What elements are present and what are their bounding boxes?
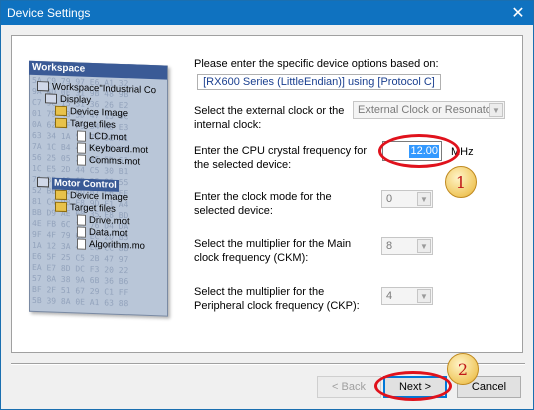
- file-icon: [77, 130, 86, 142]
- tree-label: LCD.mot: [89, 130, 127, 144]
- tree-label: Drive.mot: [89, 214, 130, 228]
- highlight-ring-frequency: [378, 134, 460, 168]
- clock-mode-select[interactable]: 0 ▼: [381, 190, 433, 208]
- main-multiplier-label: Select the multiplier for the Main clock…: [194, 238, 352, 264]
- chevron-down-icon[interactable]: ▼: [489, 103, 503, 117]
- peripheral-multiplier-value: 4: [386, 290, 393, 302]
- main-multiplier-select[interactable]: 8 ▼: [381, 237, 433, 255]
- folder-icon: [55, 202, 67, 213]
- file-icon: [77, 226, 86, 238]
- clock-source-value: External Clock or Resonator: [358, 104, 496, 116]
- device-settings-dialog: Device Settings ✕ AD 2F 16 DE 7F 2A 3E 5…: [0, 0, 534, 410]
- target-device-summary: [RX600 Series (LittleEndian)] using [Pro…: [197, 74, 441, 90]
- back-button[interactable]: < Back: [317, 376, 381, 398]
- chevron-down-icon[interactable]: ▼: [417, 239, 431, 253]
- file-icon: [77, 214, 86, 226]
- tree-label: Device Image: [70, 190, 129, 204]
- chevron-down-icon[interactable]: ▼: [417, 192, 431, 206]
- project-icon: [37, 177, 49, 188]
- tree-label: Display: [60, 93, 92, 106]
- project-icon: [45, 93, 57, 105]
- workspace-illustration: AD 2F 16 DE 7F 2A 3E 5A C9 79 97 E6 A1 3…: [21, 54, 169, 317]
- project-tree: Workspace"Industrial Co Display Device I…: [35, 81, 169, 254]
- close-icon[interactable]: ✕: [503, 1, 533, 25]
- peripheral-multiplier-select[interactable]: 4 ▼: [381, 287, 433, 305]
- workspace-icon: [37, 81, 49, 92]
- chevron-down-icon[interactable]: ▼: [417, 289, 431, 303]
- file-icon: [77, 238, 86, 250]
- tree-label: Keyboard.mot: [89, 142, 149, 156]
- title-bar[interactable]: Device Settings ✕: [1, 1, 533, 25]
- clock-mode-value: 0: [386, 193, 393, 205]
- folder-icon: [55, 190, 67, 201]
- peripheral-multiplier-label: Select the multiplier for the Peripheral…: [194, 286, 360, 312]
- highlight-ring-next: [374, 371, 452, 401]
- main-multiplier-value: 8: [386, 240, 393, 252]
- step-2-badge: 2: [447, 353, 479, 385]
- clock-source-select[interactable]: External Clock or Resonator ▼: [353, 101, 505, 119]
- tree-label: Comms.mot: [89, 154, 141, 168]
- clock-mode-label: Enter the clock mode for the selected de…: [194, 191, 332, 217]
- step-1-badge: 1: [445, 166, 477, 198]
- tree-label: Target files: [70, 202, 116, 215]
- tree-label: Data.mot: [89, 226, 128, 240]
- tree-label: Algorithm.mo: [89, 238, 145, 252]
- tree-label: Target files: [70, 118, 116, 131]
- frequency-label: Enter the CPU crystal frequency for the …: [194, 145, 368, 171]
- file-icon: [77, 154, 86, 166]
- clock-source-label: Select the external clock or the interna…: [194, 105, 345, 131]
- tree-label: Device Image: [70, 106, 129, 120]
- intro-text: Please enter the specific device options…: [194, 58, 439, 70]
- window-title: Device Settings: [7, 6, 91, 20]
- folder-icon: [55, 118, 67, 129]
- folder-icon: [55, 106, 67, 117]
- file-icon: [77, 142, 86, 154]
